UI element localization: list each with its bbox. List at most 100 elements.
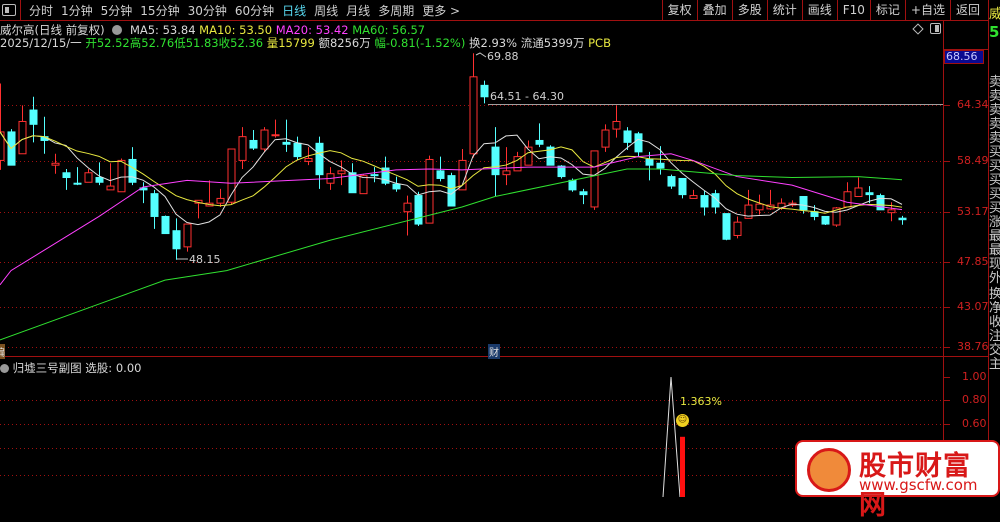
candle-body — [62, 172, 71, 179]
candle-body — [876, 195, 885, 211]
candle-body — [392, 183, 401, 190]
price-tick-label: 47.85 — [957, 255, 989, 268]
candle-body — [414, 195, 423, 225]
left-marker[interactable]: 偏 — [0, 344, 5, 359]
candle-body — [128, 158, 137, 183]
sub-tick-label: 0.80 — [962, 393, 987, 406]
candle-body — [678, 177, 687, 196]
sidebar-label: 涨 — [989, 215, 1000, 230]
smiley-icon: ☺ — [676, 414, 689, 427]
signal-bar — [680, 436, 685, 497]
candle-body — [51, 162, 60, 166]
candle-body — [117, 159, 126, 193]
sub-chart-label: 归墟三号副图 选股: 0.00 — [0, 360, 141, 376]
candle-body — [755, 203, 764, 211]
candle-body — [491, 146, 500, 176]
candle-body — [502, 170, 511, 176]
candle-body — [183, 223, 192, 248]
candle-body — [667, 176, 676, 187]
finance-marker[interactable]: 财 — [488, 344, 500, 359]
candle-body — [436, 170, 445, 179]
candle-body — [722, 213, 731, 240]
candle-body — [359, 175, 368, 195]
sidebar-label: 买 — [989, 187, 1000, 202]
sidebar-label: 买 — [989, 201, 1000, 216]
candle-body — [172, 230, 181, 250]
sidebar-label: 威 — [989, 7, 1000, 22]
candle-body — [480, 84, 489, 98]
sidebar-label: 收 — [989, 315, 1000, 330]
candle-body — [557, 165, 566, 178]
candle-body — [898, 217, 907, 221]
candle-body — [590, 150, 599, 208]
candle-body — [370, 174, 379, 177]
candle-body — [95, 177, 104, 183]
candle-body — [854, 187, 863, 198]
low-label: 48.15 — [189, 253, 221, 266]
high-label: 69.88 — [487, 50, 519, 63]
candle-body — [579, 191, 588, 196]
candle-body — [249, 139, 258, 149]
candle-body — [568, 179, 577, 191]
sidebar-label: 卖 — [989, 89, 1000, 104]
sub-tick-label: 0.60 — [962, 417, 987, 430]
kline-chart[interactable] — [0, 0, 1000, 497]
candle-body — [150, 193, 159, 217]
sidebar-label: 5 — [989, 23, 1000, 41]
signal-line — [662, 376, 681, 497]
cow-logo-icon — [807, 448, 851, 492]
watermark: 股市财富网 www.gscfw.com — [795, 440, 1000, 521]
sidebar-label: 最 — [989, 243, 1000, 258]
range-label: 64.51 - 64.30 — [490, 90, 564, 103]
watermark-url: www.gscfw.com — [859, 476, 978, 494]
indicator-circle-icon[interactable] — [0, 364, 9, 373]
candle-body — [216, 197, 225, 204]
sidebar-label: 交 — [989, 343, 1000, 358]
candle-body — [623, 130, 632, 143]
candle-body — [799, 196, 808, 211]
sidebar-label: 外 — [989, 271, 1000, 286]
candle-body — [238, 136, 247, 161]
sidebar-label: 现 — [989, 257, 1000, 272]
candle-body — [656, 162, 665, 169]
candle-body — [733, 221, 742, 236]
sidebar-label: 买 — [989, 173, 1000, 188]
candle-body — [469, 76, 478, 155]
candle-body — [887, 209, 896, 214]
sub-tick-label: 1.00 — [962, 370, 987, 383]
sidebar-label: 买 — [989, 145, 1000, 160]
candle-body — [18, 120, 27, 155]
sidebar-label: 注 — [989, 329, 1000, 344]
candle-body — [612, 120, 621, 130]
indicator-name[interactable]: 归墟三号副图 选股: 0.00 — [13, 361, 142, 375]
candle-body — [315, 142, 324, 176]
candle-body — [634, 133, 643, 153]
price-tick-label: 38.76 — [957, 340, 989, 353]
candle-body — [535, 139, 544, 145]
candle-body — [447, 175, 456, 207]
price-tick-label: 58.49 — [957, 154, 989, 167]
sidebar-label: 最 — [989, 229, 1000, 244]
candle-body — [271, 134, 280, 137]
candle-body — [84, 172, 93, 183]
candle-body — [821, 215, 830, 225]
price-tick-label: 53.17 — [957, 205, 989, 218]
layout-toggle-icon[interactable] — [930, 23, 941, 34]
candle-body — [337, 170, 346, 175]
sidebar-label: 卖 — [989, 131, 1000, 146]
high-arrow — [475, 52, 487, 58]
price-tick-label: 64.34 — [957, 98, 989, 111]
sidebar-label: 卖 — [989, 75, 1000, 90]
candle-body — [304, 158, 313, 162]
candle-body — [403, 202, 412, 213]
sidebar-label: 买 — [989, 159, 1000, 174]
candle-body — [29, 109, 38, 125]
candle-body — [106, 185, 115, 191]
sidebar-label: 换 — [989, 287, 1000, 302]
candle-body — [260, 129, 269, 150]
candle-body — [865, 192, 874, 196]
candle-body — [689, 195, 698, 199]
sidebar-label: 主 — [989, 357, 1000, 372]
candle-body — [282, 141, 291, 145]
quote-sidebar: 威5卖卖卖卖卖买买买买买涨最最现外换净收注交主 — [989, 0, 1000, 470]
